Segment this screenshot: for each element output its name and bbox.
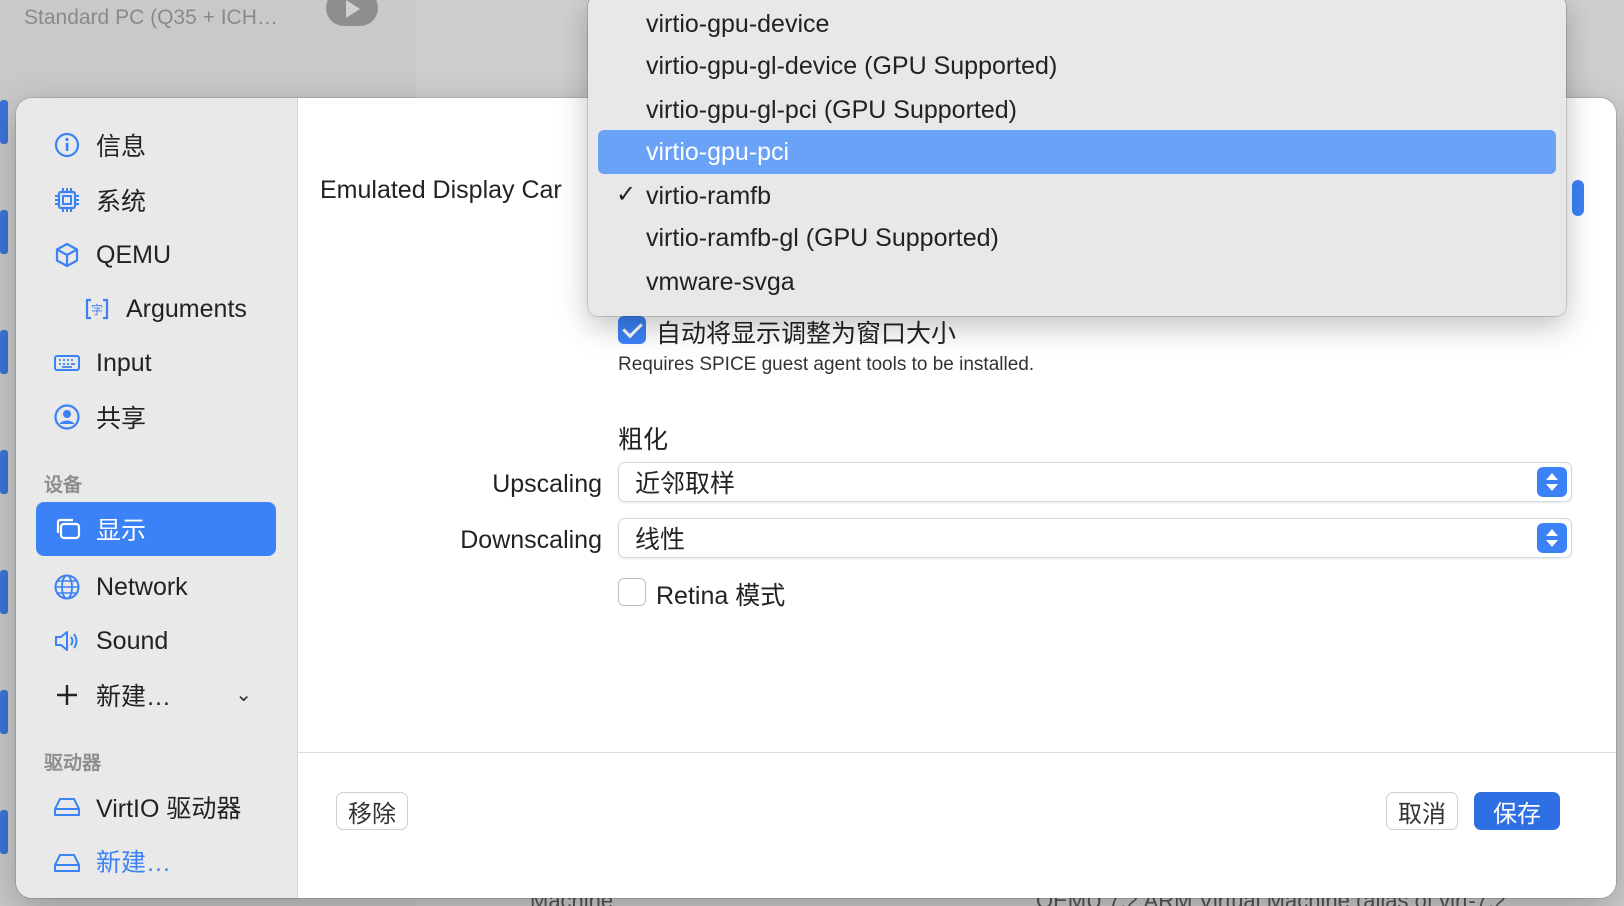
menu-option-virtio-ramfb[interactable]: ✓ virtio-ramfb bbox=[598, 174, 1556, 218]
sidebar-item-label: Input bbox=[96, 348, 152, 377]
upscaling-value: 近邻取样 bbox=[635, 470, 736, 498]
arguments-icon: 字 bbox=[82, 294, 112, 324]
scaling-heading: 粗化 bbox=[618, 426, 669, 454]
sidebar-item-label: 系统 bbox=[96, 188, 147, 216]
vm-list-marker bbox=[0, 810, 8, 854]
upscaling-select[interactable]: 近邻取样 bbox=[618, 462, 1572, 502]
sidebar-item-arguments[interactable]: 字 Arguments bbox=[66, 284, 276, 334]
sidebar-item-virtio-drive[interactable]: VirtIO 驱动器 bbox=[36, 782, 276, 832]
select-stepper-icon bbox=[1537, 523, 1567, 553]
auto-resize-label: 自动将显示调整为窗口大小 bbox=[656, 320, 957, 348]
cpu-icon bbox=[52, 185, 82, 215]
vm-list-marker bbox=[0, 210, 8, 254]
sidebar-item-qemu[interactable]: QEMU bbox=[36, 230, 276, 280]
sidebar-item-display[interactable]: 显示 bbox=[36, 502, 276, 556]
vm-list-marker bbox=[0, 570, 8, 614]
menu-option-virtio-gpu-gl-device[interactable]: virtio-gpu-gl-device (GPU Supported) bbox=[598, 44, 1556, 88]
vm-list-marker bbox=[0, 330, 8, 374]
menu-option-label: virtio-ramfb bbox=[646, 181, 772, 210]
upscaling-label: Upscaling bbox=[492, 470, 602, 498]
new-drive-button[interactable]: 新建… bbox=[36, 836, 276, 886]
menu-option-virtio-gpu-pci[interactable]: virtio-gpu-pci bbox=[598, 130, 1556, 174]
sidebar-item-label: 新建… bbox=[96, 849, 172, 877]
person-circle-icon bbox=[52, 402, 82, 432]
auto-resize-checkbox[interactable] bbox=[618, 316, 646, 344]
sidebar-item-label: QEMU bbox=[96, 240, 171, 269]
sidebar-item-label: Arguments bbox=[126, 294, 247, 323]
sidebar-item-label: 显示 bbox=[96, 517, 147, 545]
sidebar-item-label: Network bbox=[96, 572, 188, 601]
display-icon bbox=[52, 514, 82, 544]
keyboard-icon bbox=[52, 348, 82, 378]
retina-label: Retina 模式 bbox=[656, 582, 786, 610]
menu-option-virtio-ramfb-gl[interactable]: virtio-ramfb-gl (GPU Supported) bbox=[598, 216, 1556, 260]
drive-add-icon bbox=[52, 846, 82, 876]
sidebar-item-input[interactable]: Input bbox=[36, 338, 276, 388]
save-button[interactable]: 保存 bbox=[1474, 792, 1560, 830]
menu-option-virtio-gpu-device[interactable]: virtio-gpu-device bbox=[598, 2, 1556, 46]
downscaling-value: 线性 bbox=[635, 526, 686, 554]
footer-divider bbox=[298, 752, 1616, 753]
plus-icon bbox=[52, 680, 82, 710]
speaker-icon bbox=[52, 626, 82, 656]
select-stepper-icon bbox=[1537, 467, 1567, 497]
background-vm-subtitle: Standard PC (Q35 + ICH… bbox=[24, 6, 278, 29]
downscaling-label: Downscaling bbox=[460, 526, 602, 554]
cancel-button[interactable]: 取消 bbox=[1386, 792, 1458, 830]
sidebar-item-system[interactable]: 系统 bbox=[36, 175, 276, 225]
auto-resize-hint: Requires SPICE guest agent tools to be i… bbox=[618, 354, 1035, 375]
vm-list-marker bbox=[0, 690, 8, 734]
sidebar-item-network[interactable]: Network bbox=[36, 562, 276, 612]
sidebar-item-label: 信息 bbox=[96, 133, 147, 161]
menu-option-virtio-gpu-gl-pci[interactable]: virtio-gpu-gl-pci (GPU Supported) bbox=[598, 88, 1556, 132]
play-icon bbox=[326, 0, 378, 26]
sidebar-item-label: 共享 bbox=[96, 405, 147, 433]
sidebar-item-label: VirtIO 驱动器 bbox=[96, 795, 242, 823]
vm-list-marker bbox=[0, 100, 8, 144]
sidebar-item-info[interactable]: 信息 bbox=[36, 120, 276, 170]
menu-option-vmware-svga[interactable]: vmware-svga bbox=[598, 260, 1556, 304]
display-card-dropdown-menu: virtio-gpu-device virtio-gpu-gl-device (… bbox=[588, 0, 1566, 316]
cube-icon bbox=[52, 240, 82, 270]
svg-text:字: 字 bbox=[91, 302, 103, 317]
display-card-label: Emulated Display Car bbox=[320, 176, 562, 204]
sidebar-item-sharing[interactable]: 共享 bbox=[36, 392, 276, 442]
sidebar-item-label: 新建… bbox=[96, 683, 172, 711]
checkmark-icon: ✓ bbox=[616, 181, 637, 208]
sidebar-item-sound[interactable]: Sound bbox=[36, 616, 276, 666]
remove-button[interactable]: 移除 bbox=[336, 792, 408, 830]
drive-icon bbox=[52, 792, 82, 822]
info-icon bbox=[52, 130, 82, 160]
settings-sidebar: 信息 系统 QEMU 字 Arguments Input 共享 设备 显示 Ne… bbox=[16, 98, 298, 898]
downscaling-select[interactable]: 线性 bbox=[618, 518, 1572, 558]
vm-list-marker bbox=[0, 450, 8, 494]
globe-icon bbox=[52, 572, 82, 602]
chevron-down-icon: ⌄ bbox=[235, 684, 252, 706]
sidebar-item-label: Sound bbox=[96, 626, 169, 655]
retina-checkbox[interactable] bbox=[618, 578, 646, 606]
new-device-button[interactable]: 新建… ⌄ bbox=[36, 670, 276, 720]
devices-section-header: 设备 bbox=[44, 475, 83, 496]
drives-section-header: 驱动器 bbox=[44, 753, 102, 774]
display-card-select-stepper-icon[interactable] bbox=[1572, 180, 1584, 216]
